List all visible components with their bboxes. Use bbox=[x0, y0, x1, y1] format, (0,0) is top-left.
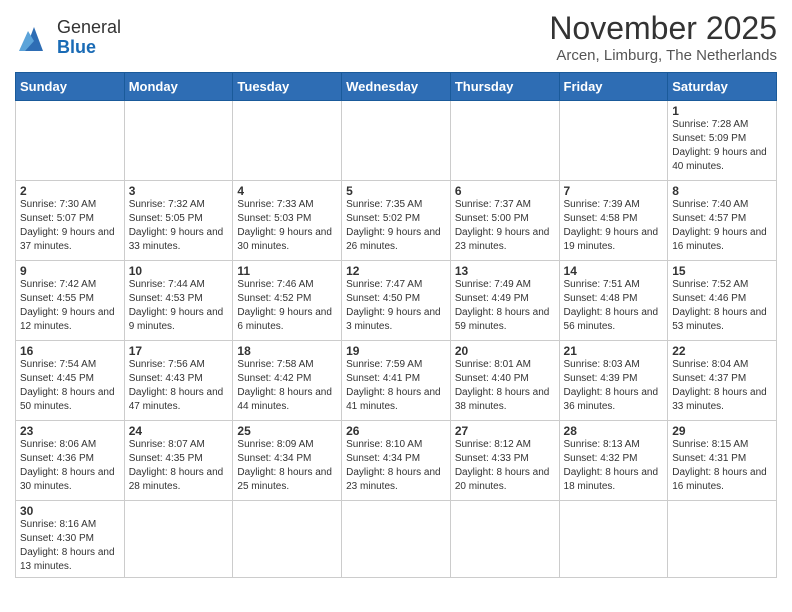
day-7: 7 Sunrise: 7:39 AMSunset: 4:58 PMDayligh… bbox=[559, 181, 668, 261]
day-17: 17 Sunrise: 7:56 AMSunset: 4:43 PMDaylig… bbox=[124, 341, 233, 421]
day-6: 6 Sunrise: 7:37 AMSunset: 5:00 PMDayligh… bbox=[450, 181, 559, 261]
day-9: 9 Sunrise: 7:42 AMSunset: 4:55 PMDayligh… bbox=[16, 261, 125, 341]
day-10: 10 Sunrise: 7:44 AMSunset: 4:53 PMDaylig… bbox=[124, 261, 233, 341]
empty-cell bbox=[233, 101, 342, 181]
empty-cell bbox=[450, 101, 559, 181]
day-2: 2 Sunrise: 7:30 AMSunset: 5:07 PMDayligh… bbox=[16, 181, 125, 261]
empty-cell bbox=[559, 101, 668, 181]
empty-cell bbox=[124, 101, 233, 181]
day-28: 28 Sunrise: 8:13 AMSunset: 4:32 PMDaylig… bbox=[559, 421, 668, 501]
empty-cell bbox=[559, 501, 668, 578]
col-saturday: Saturday bbox=[668, 73, 777, 101]
col-friday: Friday bbox=[559, 73, 668, 101]
col-monday: Monday bbox=[124, 73, 233, 101]
col-wednesday: Wednesday bbox=[342, 73, 451, 101]
col-tuesday: Tuesday bbox=[233, 73, 342, 101]
day-12: 12 Sunrise: 7:47 AMSunset: 4:50 PMDaylig… bbox=[342, 261, 451, 341]
day-23: 23 Sunrise: 8:06 AMSunset: 4:36 PMDaylig… bbox=[16, 421, 125, 501]
day-25: 25 Sunrise: 8:09 AMSunset: 4:34 PMDaylig… bbox=[233, 421, 342, 501]
day-4: 4 Sunrise: 7:33 AMSunset: 5:03 PMDayligh… bbox=[233, 181, 342, 261]
day-18: 18 Sunrise: 7:58 AMSunset: 4:42 PMDaylig… bbox=[233, 341, 342, 421]
day-30: 30 Sunrise: 8:16 AMSunset: 4:30 PMDaylig… bbox=[16, 501, 125, 578]
day-15: 15 Sunrise: 7:52 AMSunset: 4:46 PMDaylig… bbox=[668, 261, 777, 341]
title-block: November 2025 Arcen, Limburg, The Nether… bbox=[549, 10, 777, 64]
day-1: 1 Sunrise: 7:28 AMSunset: 5:09 PMDayligh… bbox=[668, 101, 777, 181]
logo-text: GeneralBlue bbox=[57, 18, 121, 58]
day-14: 14 Sunrise: 7:51 AMSunset: 4:48 PMDaylig… bbox=[559, 261, 668, 341]
day-11: 11 Sunrise: 7:46 AMSunset: 4:52 PMDaylig… bbox=[233, 261, 342, 341]
day-29: 29 Sunrise: 8:15 AMSunset: 4:31 PMDaylig… bbox=[668, 421, 777, 501]
empty-cell bbox=[16, 101, 125, 181]
day-5: 5 Sunrise: 7:35 AMSunset: 5:02 PMDayligh… bbox=[342, 181, 451, 261]
day-13: 13 Sunrise: 7:49 AMSunset: 4:49 PMDaylig… bbox=[450, 261, 559, 341]
day-19: 19 Sunrise: 7:59 AMSunset: 4:41 PMDaylig… bbox=[342, 341, 451, 421]
empty-cell bbox=[342, 501, 451, 578]
month-title: November 2025 bbox=[549, 10, 777, 47]
empty-cell bbox=[342, 101, 451, 181]
day-27: 27 Sunrise: 8:12 AMSunset: 4:33 PMDaylig… bbox=[450, 421, 559, 501]
empty-cell bbox=[668, 501, 777, 578]
day-22: 22 Sunrise: 8:04 AMSunset: 4:37 PMDaylig… bbox=[668, 341, 777, 421]
calendar: Sunday Monday Tuesday Wednesday Thursday… bbox=[15, 72, 777, 578]
empty-cell bbox=[450, 501, 559, 578]
day-8: 8 Sunrise: 7:40 AMSunset: 4:57 PMDayligh… bbox=[668, 181, 777, 261]
empty-cell bbox=[233, 501, 342, 578]
day-3: 3 Sunrise: 7:32 AMSunset: 5:05 PMDayligh… bbox=[124, 181, 233, 261]
col-thursday: Thursday bbox=[450, 73, 559, 101]
day-24: 24 Sunrise: 8:07 AMSunset: 4:35 PMDaylig… bbox=[124, 421, 233, 501]
day-26: 26 Sunrise: 8:10 AMSunset: 4:34 PMDaylig… bbox=[342, 421, 451, 501]
col-sunday: Sunday bbox=[16, 73, 125, 101]
logo: GeneralBlue bbox=[15, 18, 121, 58]
day-21: 21 Sunrise: 8:03 AMSunset: 4:39 PMDaylig… bbox=[559, 341, 668, 421]
empty-cell bbox=[124, 501, 233, 578]
header: GeneralBlue November 2025 Arcen, Limburg… bbox=[15, 10, 777, 64]
location-title: Arcen, Limburg, The Netherlands bbox=[549, 47, 777, 64]
day-16: 16 Sunrise: 7:54 AMSunset: 4:45 PMDaylig… bbox=[16, 341, 125, 421]
day-20: 20 Sunrise: 8:01 AMSunset: 4:40 PMDaylig… bbox=[450, 341, 559, 421]
